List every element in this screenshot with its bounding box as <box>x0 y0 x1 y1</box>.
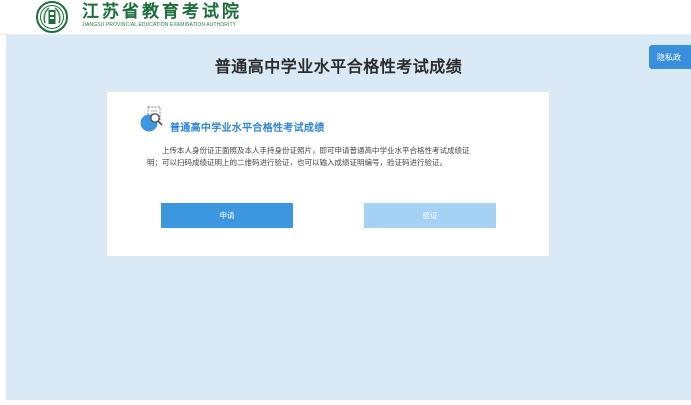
verify-button[interactable]: 验证 <box>364 203 496 228</box>
service-card: 普通高中学业水平合格性考试成绩 上传本人身份证正面照及本人手持身份证照片，即可申… <box>107 92 549 256</box>
card-description: 上传本人身份证正面照及本人手持身份证照片，即可申请普通高中学业水平合格性考试成绩… <box>147 146 470 167</box>
apply-button[interactable]: 申请 <box>161 203 293 228</box>
certificate-search-icon <box>138 106 166 134</box>
jseea-emblem-icon[interactable] <box>36 1 68 33</box>
main-area: 普通高中学业水平合格性考试成绩 隐私政 普通高中学业水平合格性考试成绩 上传本人… <box>6 35 691 400</box>
site-header: 江苏省教育考试院 JIANGSU PROVINCIAL EDUCATION EX… <box>0 0 691 35</box>
page-title: 普通高中学业水平合格性考试成绩 <box>214 57 463 76</box>
brand-name: 江苏省教育考试院 <box>82 2 242 22</box>
brand-english-name: JIANGSU PROVINCIAL EDUCATION EXAMINATION… <box>82 22 237 28</box>
privacy-policy-button[interactable]: 隐私政 <box>649 45 691 69</box>
card-title: 普通高中学业水平合格性考试成绩 <box>170 123 325 134</box>
